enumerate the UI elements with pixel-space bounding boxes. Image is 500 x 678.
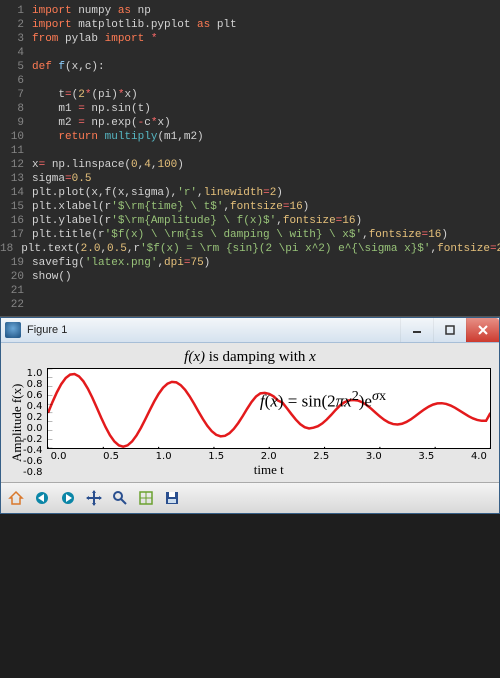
chart-title: f(x) is damping with x	[9, 349, 491, 366]
save-icon[interactable]	[160, 486, 184, 510]
x-ticks: 0.00.51.01.52.02.53.03.54.0	[47, 451, 491, 462]
figure-window: Figure 1 f(x) is damping with x Amplitud…	[0, 317, 500, 514]
y-axis-label: Amplitude f(x)	[9, 368, 23, 478]
maximize-button[interactable]	[433, 318, 466, 342]
close-button[interactable]	[466, 318, 499, 342]
code-editor[interactable]: 1import numpy as np 2import matplotlib.p…	[0, 0, 500, 317]
home-icon[interactable]	[4, 486, 28, 510]
title-bar[interactable]: Figure 1	[1, 318, 499, 343]
y-ticks: 1.00.80.60.40.20.0-0.2-0.4-0.6-0.8	[23, 368, 47, 478]
mpl-toolbar	[1, 482, 499, 513]
zoom-icon[interactable]	[108, 486, 132, 510]
minimize-button[interactable]	[400, 318, 433, 342]
plot-area[interactable]: f(x) = sin(2πx2)eσx	[47, 368, 491, 449]
figure-canvas[interactable]: f(x) is damping with x Amplitude f(x) 1.…	[1, 343, 499, 482]
chart-annotation: f(x) = sin(2πx2)eσx	[260, 388, 386, 412]
subplots-icon[interactable]	[134, 486, 158, 510]
x-axis-label: time t	[47, 462, 491, 478]
back-icon[interactable]	[30, 486, 54, 510]
forward-icon[interactable]	[56, 486, 80, 510]
matplotlib-icon	[5, 322, 21, 338]
line-number: 1	[0, 4, 32, 18]
pan-icon[interactable]	[82, 486, 106, 510]
window-title: Figure 1	[27, 324, 67, 336]
